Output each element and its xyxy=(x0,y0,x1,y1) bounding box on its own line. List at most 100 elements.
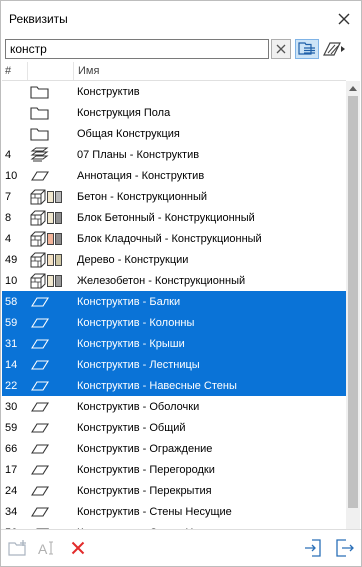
row-count: 58 xyxy=(5,295,18,308)
panel-title: Реквизиты xyxy=(9,12,68,26)
header-name[interactable]: Имя xyxy=(74,62,99,80)
table-row[interactable]: 8 Блок Бетонный - Конструкционный xyxy=(2,207,346,228)
table-row[interactable]: 14 Конструктив - Лестницы xyxy=(2,354,346,375)
layer-icon xyxy=(28,485,73,497)
svg-text:A: A xyxy=(38,541,48,557)
layer-icon xyxy=(28,359,73,371)
row-name: Блок Бетонный - Конструкционный xyxy=(77,211,255,224)
layer-combination-icon xyxy=(28,147,73,163)
row-count: 24 xyxy=(5,484,18,497)
row-count: 4 xyxy=(5,232,12,245)
table-row[interactable]: 59 Конструктив - Колонны xyxy=(2,312,346,333)
table-row[interactable]: 4 07 Планы - Конструктив xyxy=(2,144,346,165)
table-row[interactable]: 24 Конструктив - Перекрытия xyxy=(2,480,346,501)
export-icon xyxy=(336,539,354,557)
row-name: Конструктив - Балки xyxy=(77,295,181,308)
row-name: Конструктив - Перекрытия xyxy=(77,484,212,497)
row-count: 34 xyxy=(5,505,18,518)
table-row[interactable]: 31 Конструктив - Крыши xyxy=(2,333,346,354)
layer-icon xyxy=(28,317,73,329)
table-row[interactable]: 58 Конструктив - Балки xyxy=(2,291,346,312)
layer-icon xyxy=(28,443,73,455)
delete-button[interactable] xyxy=(67,537,89,559)
search-input[interactable] xyxy=(5,39,269,59)
row-count: 10 xyxy=(5,169,18,182)
building-material-icon xyxy=(28,273,73,289)
layer-icon xyxy=(28,464,73,476)
row-count: 7 xyxy=(5,190,12,203)
bottom-toolbar: A xyxy=(1,529,361,566)
table-header: # Имя xyxy=(2,62,346,81)
layer-icon xyxy=(28,380,73,392)
header-number[interactable]: # xyxy=(2,62,28,80)
building-material-icon xyxy=(28,189,73,205)
building-material-icon xyxy=(28,252,73,268)
layer-icon xyxy=(28,506,73,518)
row-count: 8 xyxy=(5,211,12,224)
scroll-up-arrow-icon[interactable] xyxy=(346,81,360,95)
layer-icon xyxy=(28,338,73,350)
row-count: 14 xyxy=(5,358,18,371)
table-row[interactable]: 56Конструктив - Стены Несущие xyxy=(2,522,346,529)
clear-search-button[interactable] xyxy=(271,39,291,59)
row-name: Конструктив - Общий xyxy=(77,421,186,434)
row-name: Конструктив - Ограждение xyxy=(77,442,213,455)
table-row[interactable]: 4 Блок Кладочный - Конструкционный xyxy=(2,228,346,249)
new-folder-icon xyxy=(8,540,26,556)
filter-list-icon xyxy=(298,42,315,55)
table-row[interactable]: 22 Конструктив - Навесные Стены xyxy=(2,375,346,396)
row-name: Аннотация - Конструктив xyxy=(77,169,205,182)
import-button[interactable] xyxy=(303,537,325,559)
table-row[interactable]: Общая Конструкция xyxy=(2,123,346,144)
row-count: 22 xyxy=(5,379,18,392)
building-material-icon xyxy=(28,231,73,247)
table-row[interactable]: 59 Конструктив - Общий xyxy=(2,417,346,438)
row-name: Бетон - Конструкционный xyxy=(77,190,208,203)
row-count: 30 xyxy=(5,400,18,413)
filter-list-button[interactable] xyxy=(295,39,319,59)
row-name: Конструктив xyxy=(77,85,140,98)
row-name: Конструктив - Стены Несущие xyxy=(77,505,232,518)
header-icon-column xyxy=(28,62,74,80)
table-row[interactable]: 17 Конструктив - Перегородки xyxy=(2,459,346,480)
row-count: 59 xyxy=(5,421,18,434)
row-name: Конструктив - Оболочки xyxy=(77,400,200,413)
row-count: 66 xyxy=(5,442,18,455)
layer-icon xyxy=(28,422,73,434)
row-count: 17 xyxy=(5,463,18,476)
table-row[interactable]: 34 Конструктив - Стены Несущие xyxy=(2,501,346,522)
import-icon xyxy=(305,539,321,557)
row-name: Конструктив - Колонны xyxy=(77,316,195,329)
attributes-table: # Имя Конструктив Конструкция Пола Общая К… xyxy=(2,62,346,529)
table-row[interactable]: Конструкция Пола xyxy=(2,102,346,123)
folder-icon xyxy=(28,127,73,141)
row-name: Железобетон - Конструкционный xyxy=(77,274,246,287)
row-name: Конструктив - Навесные Стены xyxy=(77,379,237,392)
close-icon[interactable] xyxy=(335,10,353,28)
scrollbar-thumb[interactable] xyxy=(348,96,358,508)
table-row[interactable]: 66 Конструктив - Ограждение xyxy=(2,438,346,459)
options-button[interactable] xyxy=(321,39,347,59)
delete-icon xyxy=(71,541,85,555)
export-button[interactable] xyxy=(333,537,355,559)
table-body: Конструктив Конструкция Пола Общая Констру… xyxy=(2,81,346,529)
vertical-scrollbar[interactable] xyxy=(346,81,360,530)
options-icon xyxy=(323,42,345,56)
row-count: 59 xyxy=(5,316,18,329)
search-row xyxy=(5,38,357,60)
rename-button[interactable]: A xyxy=(37,537,59,559)
table-row[interactable]: 7 Бетон - Конструкционный xyxy=(2,186,346,207)
title-bar: Реквизиты xyxy=(1,1,361,37)
table-row[interactable]: 10 Аннотация - Конструктив xyxy=(2,165,346,186)
table-row[interactable]: 49 Дерево - Конструкции xyxy=(2,249,346,270)
new-folder-button[interactable] xyxy=(7,537,29,559)
row-name: Дерево - Конструкции xyxy=(77,253,189,266)
table-row[interactable]: Конструктив xyxy=(2,81,346,102)
row-name: Конструктив - Лестницы xyxy=(77,358,200,371)
table-row[interactable]: 10 Железобетон - Конструкционный xyxy=(2,270,346,291)
row-name: Конструктив - Крыши xyxy=(77,337,185,350)
row-count: 10 xyxy=(5,274,18,287)
row-count: 4 xyxy=(5,148,12,161)
table-row[interactable]: 30 Конструктив - Оболочки xyxy=(2,396,346,417)
building-material-icon xyxy=(28,210,73,226)
